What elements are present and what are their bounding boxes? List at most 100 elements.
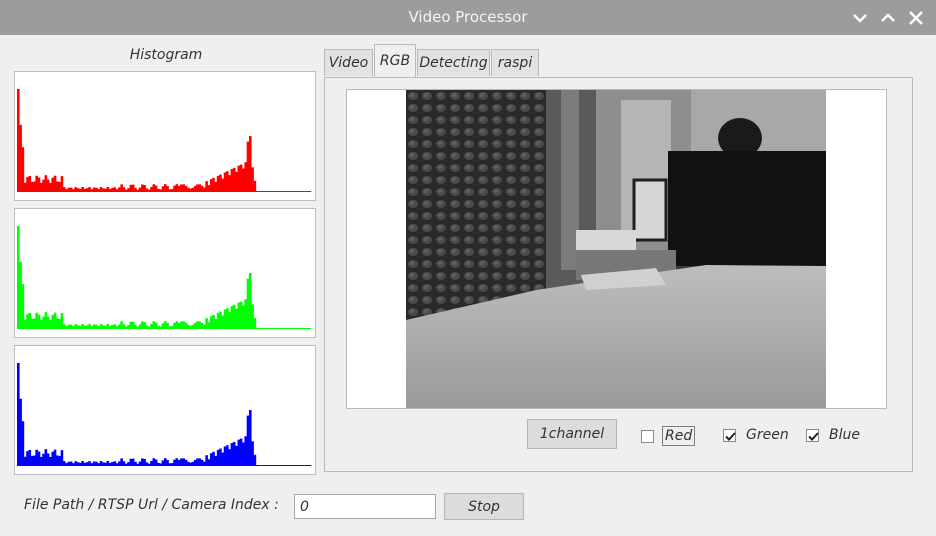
histogram-bar (72, 463, 75, 466)
tab-raspi[interactable]: raspi (491, 49, 539, 76)
histogram-bar (297, 328, 300, 329)
histogram-bar (189, 188, 192, 192)
histogram-bar (88, 324, 91, 329)
histogram-bar (33, 181, 36, 192)
red-checkbox[interactable]: Red (641, 426, 696, 446)
histogram-bar (226, 171, 229, 192)
histogram-bar (39, 182, 43, 192)
histogram-bar (58, 181, 61, 192)
checkmark-icon (725, 431, 736, 441)
histogram-bar (136, 189, 140, 192)
histogram-bar (69, 461, 73, 466)
histogram-bar (168, 189, 172, 192)
tab-rgb[interactable]: RGB (374, 44, 416, 77)
histogram-bar (106, 323, 110, 329)
source-path-input[interactable] (294, 494, 436, 519)
histogram-bar (113, 324, 117, 329)
green-checkbox-box[interactable] (723, 428, 736, 442)
histogram-bar (131, 184, 135, 192)
histogram-bar (122, 187, 126, 192)
histogram-bar (120, 458, 123, 466)
histogram-bar (145, 325, 149, 329)
blue-checkbox[interactable]: Blue (806, 426, 862, 444)
histogram-bar (101, 325, 105, 329)
histogram-bar (147, 463, 151, 466)
histogram-bar (17, 362, 20, 466)
histogram-bar (200, 322, 204, 329)
histogram-bar (180, 321, 183, 329)
histogram-bar (292, 328, 296, 329)
histogram-bar (212, 451, 215, 466)
histogram-bar (152, 458, 156, 466)
green-checkbox[interactable]: Green (723, 426, 791, 444)
histogram-bar (255, 328, 259, 329)
histogram-bar (108, 325, 112, 329)
histogram-bar (196, 321, 199, 329)
minimize-button[interactable] (849, 7, 871, 29)
histogram-bar (288, 191, 291, 192)
histogram-bar (58, 455, 61, 466)
histogram-bar (42, 316, 45, 329)
histogram-bar (39, 456, 43, 466)
histogram-bar (17, 88, 20, 192)
histogram-bar (134, 461, 137, 466)
close-icon (909, 11, 923, 25)
histogram-bar (83, 462, 87, 466)
histogram-bar (157, 462, 160, 466)
histogram-bar (177, 460, 181, 466)
tab-video[interactable]: Video (324, 49, 373, 76)
red-checkbox-box[interactable] (641, 429, 654, 443)
histogram-bar (69, 187, 73, 192)
histogram-bar (161, 460, 165, 466)
histogram-bar (246, 141, 250, 192)
histogram-bar (65, 189, 68, 192)
stop-button[interactable]: Stop (444, 493, 524, 520)
close-button[interactable] (905, 7, 927, 29)
histogram-bar (189, 325, 192, 329)
histogram-bar (216, 449, 220, 466)
maximize-button[interactable] (877, 7, 899, 29)
histogram-bar (301, 328, 305, 329)
histogram-bar (113, 461, 117, 466)
histogram-bar (129, 321, 133, 329)
histogram-bar (39, 319, 43, 329)
histogram-bar (193, 322, 197, 329)
1channel-button[interactable]: 1channel (527, 419, 617, 449)
histogram-bar (281, 465, 284, 466)
histogram-bar (79, 325, 82, 329)
histogram-bar (111, 325, 114, 329)
histogram-bar (242, 168, 245, 192)
histogram-bar (90, 189, 94, 192)
histogram-bar (19, 124, 22, 192)
histogram-bar (127, 188, 130, 192)
histogram-bar (207, 185, 211, 192)
histogram-bar (308, 191, 312, 192)
histogram-bar (230, 443, 234, 466)
histogram-bar (104, 188, 107, 192)
histogram-bar (288, 328, 291, 329)
tab-detecting[interactable]: Detecting (417, 49, 490, 76)
main-content: Histogram Video RGB Detecting raspi 1cha… (2, 35, 924, 536)
title-bar[interactable]: Video Processor (0, 0, 936, 35)
histogram-bar (118, 324, 121, 329)
histogram-bar (258, 191, 261, 192)
histogram-bar (258, 465, 261, 466)
histogram-bar (260, 465, 264, 466)
blue-checkbox-box[interactable] (806, 428, 819, 442)
histogram-bar (81, 460, 84, 466)
histogram-bar (301, 465, 305, 466)
histogram-bar (161, 323, 165, 329)
histogram-bar (170, 189, 174, 192)
histogram-bar (294, 328, 298, 329)
histogram-bar (159, 463, 163, 466)
histogram-bar (51, 451, 55, 466)
histogram-bar (205, 455, 208, 466)
histogram-bar (248, 136, 252, 192)
histogram-bar (221, 452, 225, 466)
histogram-bar (198, 458, 202, 466)
histogram-bar (285, 328, 289, 329)
histogram-bar (230, 169, 234, 192)
histogram-bar (143, 459, 146, 466)
app-window: Video Processor Histogram Video RGB Dete… (0, 0, 936, 536)
histogram-bar (265, 191, 268, 192)
